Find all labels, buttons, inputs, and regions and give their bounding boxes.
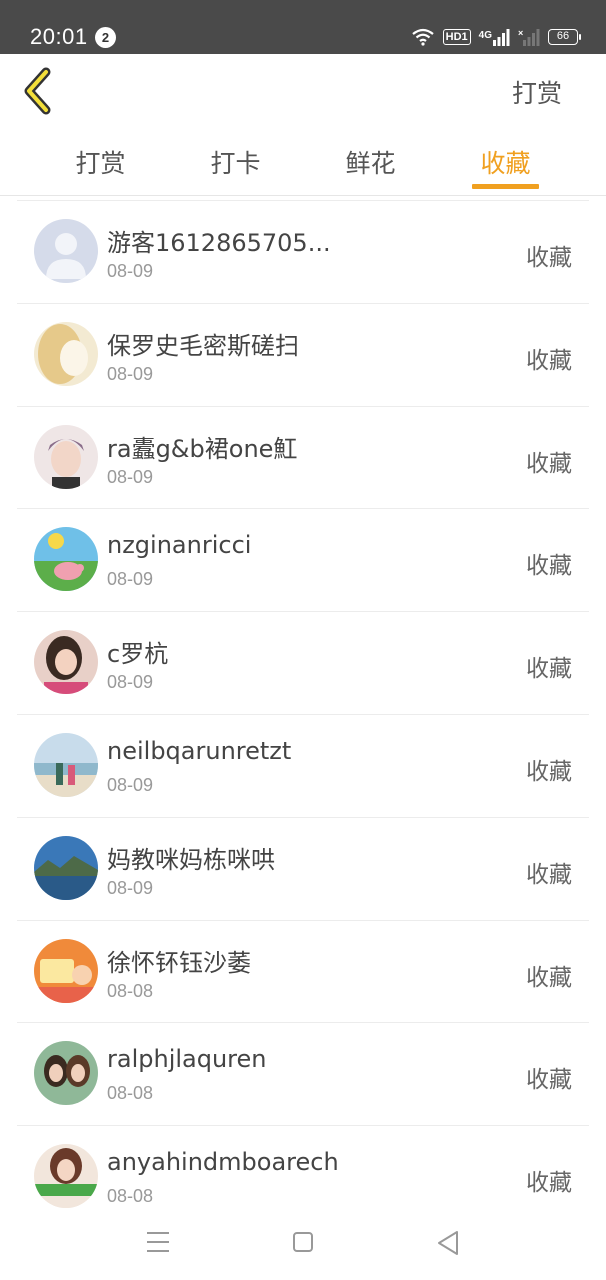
tab-bar: 打赏 打卡 鲜花 收藏 (0, 130, 606, 196)
user-name: neilbqarunretzt (107, 736, 292, 765)
list-item[interactable]: 保罗史毛密斯磋扫 08-09 收藏 (17, 304, 589, 407)
status-time: 20:01 (30, 24, 88, 49)
home-icon[interactable] (293, 1232, 313, 1252)
battery-icon: 66 (548, 29, 581, 45)
system-nav-bar (0, 1208, 606, 1280)
user-name: 妈教咪妈栋咪哄 (107, 845, 275, 874)
avatar (34, 1144, 98, 1209)
item-type-label: 收藏 (526, 1170, 572, 1197)
list-item[interactable]: 徐怀钚钰沙萎 08-08 收藏 (17, 921, 589, 1024)
tab-checkin[interactable]: 打卡 (168, 130, 303, 195)
item-date: 08-08 (107, 980, 154, 1001)
cell-signal-2-icon: × (518, 28, 540, 46)
chevron-left-icon (24, 67, 51, 115)
list-item[interactable]: nzginanricci 08-09 收藏 (17, 509, 589, 613)
user-name: 徐怀钚钰沙萎 (107, 948, 251, 977)
tip-action-button[interactable]: 打赏 (512, 74, 562, 110)
avatar (34, 527, 98, 592)
top-app-bar: 打赏 (0, 54, 606, 130)
item-date: 08-09 (107, 774, 154, 795)
avatar (34, 219, 98, 283)
wifi-icon (411, 28, 434, 46)
list-item[interactable]: 游客1612865705... 08-09 收藏 (17, 201, 589, 304)
item-date: 08-08 (107, 1083, 154, 1104)
user-name: ra蠹g&b裙one魟 (107, 434, 298, 463)
user-name: 保罗史毛密斯磋扫 (107, 331, 299, 360)
list-item[interactable]: 妈教咪妈栋咪哄 08-09 收藏 (17, 818, 589, 921)
avatar (34, 835, 98, 900)
item-type-label: 收藏 (526, 861, 572, 888)
item-type-label: 收藏 (526, 553, 572, 580)
item-type-label: 收藏 (526, 656, 572, 683)
item-date: 08-09 (107, 569, 154, 590)
list-item[interactable]: ralphjlaquren 08-08 收藏 (17, 1023, 589, 1127)
item-date: 08-09 (107, 672, 154, 693)
avatar (34, 732, 98, 797)
user-name: c罗杭 (107, 640, 169, 669)
item-date: 08-09 (107, 261, 154, 281)
menu-icon[interactable] (147, 1232, 169, 1252)
status-bar: 20:01 2 HD1 4G × 66 (0, 0, 606, 54)
item-type-label: 收藏 (526, 347, 572, 374)
user-name: ralphjlaquren (107, 1045, 267, 1074)
tab-favorites[interactable]: 收藏 (438, 130, 573, 195)
back-triangle-icon[interactable] (436, 1230, 460, 1256)
item-date: 08-09 (107, 466, 154, 487)
avatar (34, 321, 98, 386)
item-type-label: 收藏 (526, 450, 572, 477)
notification-badge: 2 (95, 27, 116, 48)
avatar (34, 1041, 98, 1106)
cell-signal-icon: 4G (479, 28, 510, 46)
item-type-label: 收藏 (526, 1067, 572, 1094)
hd-voice-icon: HD1 (442, 29, 471, 45)
avatar (34, 938, 98, 1003)
list-item[interactable]: neilbqarunretzt 08-09 收藏 (17, 715, 589, 818)
avatar (34, 424, 98, 489)
item-type-label: 收藏 (526, 758, 572, 785)
user-name: nzginanricci (107, 531, 252, 560)
favorites-list: 游客1612865705... 08-09 收藏 保罗史毛密斯磋扫 08-09 … (17, 200, 589, 1229)
status-icons: HD1 4G × 66 (411, 26, 581, 48)
list-item[interactable]: c罗杭 08-09 收藏 (17, 612, 589, 715)
item-type-label: 收藏 (526, 964, 572, 991)
user-name: 游客1612865705... (107, 229, 331, 257)
list-item[interactable]: ra蠹g&b裙one魟 08-09 收藏 (17, 407, 589, 510)
user-name: anyahindmboarech (107, 1148, 339, 1177)
svg-text:×: × (518, 28, 523, 38)
tab-flowers[interactable]: 鲜花 (303, 130, 438, 195)
tab-tip[interactable]: 打赏 (33, 130, 168, 195)
back-button[interactable] (18, 66, 66, 118)
item-type-label: 收藏 (526, 245, 572, 271)
item-date: 08-08 (107, 1186, 154, 1207)
avatar (34, 630, 98, 695)
item-date: 08-09 (107, 363, 154, 384)
item-date: 08-09 (107, 877, 154, 898)
